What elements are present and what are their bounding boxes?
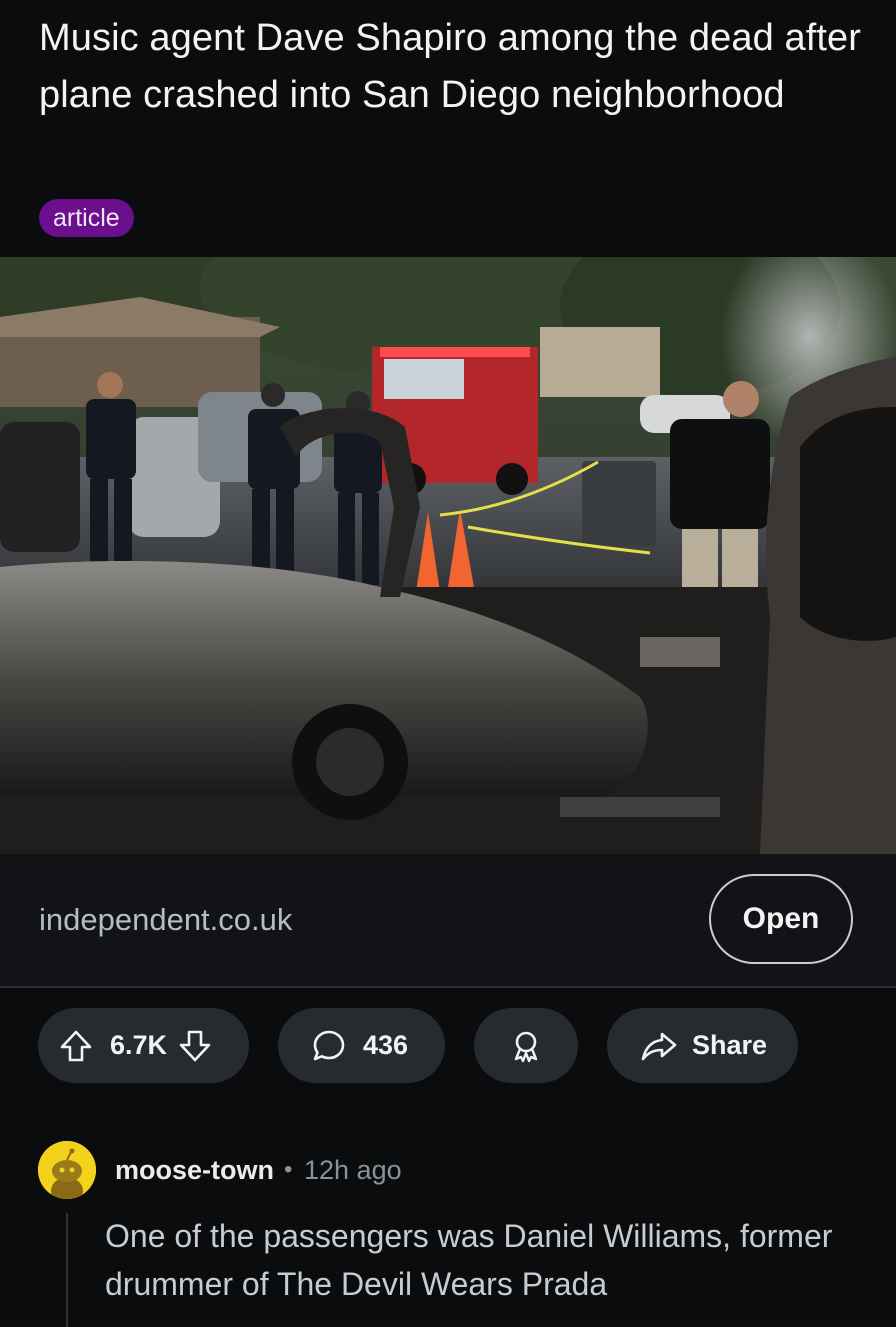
comments-button[interactable]: 436 <box>278 1008 445 1083</box>
share-icon <box>640 1028 678 1064</box>
comment-body: One of the passengers was Daniel William… <box>105 1218 833 1302</box>
comment-timestamp: 12h ago <box>304 1155 402 1185</box>
open-link-button[interactable]: Open <box>709 874 853 964</box>
snoo-avatar-icon <box>38 1141 96 1199</box>
upvote-icon[interactable] <box>58 1028 94 1064</box>
meta-separator: • <box>284 1156 293 1183</box>
comment-username[interactable]: moose-town <box>115 1152 274 1188</box>
news-photo <box>0 257 896 854</box>
thread-line[interactable] <box>66 1213 68 1327</box>
post-image[interactable] <box>0 257 896 854</box>
downvote-icon[interactable] <box>177 1028 213 1064</box>
divider <box>0 986 896 988</box>
vote-bar: 6.7K <box>38 1008 249 1083</box>
post-header: Music agent Dave Shapiro among the dead … <box>0 0 896 257</box>
award-button[interactable] <box>474 1008 578 1083</box>
post-title[interactable]: Music agent Dave Shapiro among the dead … <box>39 10 869 124</box>
avatar[interactable] <box>38 1141 96 1199</box>
award-icon <box>508 1028 544 1064</box>
comment-count: 436 <box>363 1030 409 1060</box>
share-label: Share <box>692 1030 768 1060</box>
vote-count: 6.7K <box>110 1030 168 1060</box>
share-button[interactable]: Share <box>607 1008 798 1083</box>
flair-badge[interactable]: article <box>39 199 134 237</box>
link-domain[interactable]: independent.co.uk <box>39 898 292 942</box>
comment-icon <box>311 1028 347 1064</box>
